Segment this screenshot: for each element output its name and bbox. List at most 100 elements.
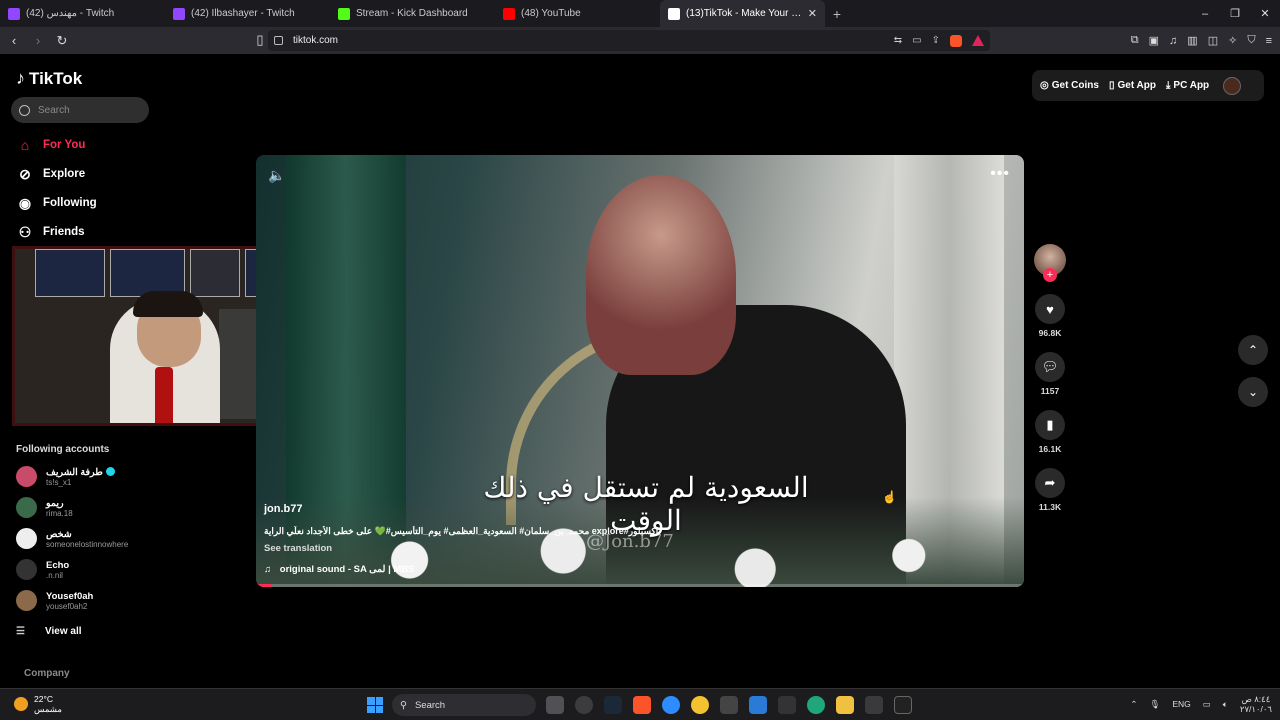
brave-rewards-icon[interactable] [972,35,984,46]
chevron-up-icon[interactable]: ⌃ [1130,699,1137,710]
followed-account[interactable]: Echo .n.nil [16,559,69,580]
tab-favicon-icon [173,7,185,20]
brave-wallet-icon[interactable]: ◫ [1208,34,1218,47]
wall-poster [35,249,105,297]
search-input[interactable]: Search [11,97,149,123]
followed-account[interactable]: شخص someonelostinnowhere [16,528,128,549]
extensions-icon[interactable]: ⧉ [1131,34,1139,47]
maximize-icon[interactable]: ❐ [1220,0,1250,27]
windows-taskbar: 22°C مشمس ⚲ Search ⌃ 🎙︎ ENG ▭ 🔈︎ ٨:٤٤ ص ٢٧… [0,688,1280,720]
windows-start-icon[interactable] [367,697,383,713]
view-all-link[interactable]: ☰ View all [16,626,82,637]
reload-icon[interactable]: ↻ [52,31,72,51]
sidebar-item-following[interactable]: ◉ Following [16,194,97,212]
comment-icon[interactable]: 💬︎ [1035,352,1065,382]
volume-icon[interactable]: 🔈 [268,167,285,184]
comment-action[interactable]: 💬︎ 1157 [1030,352,1070,396]
leo-icon[interactable]: ✧ [1228,34,1237,47]
see-translation-link[interactable]: See translation [264,543,332,554]
tab-favicon-icon [503,7,515,20]
app-icon[interactable] [662,696,680,714]
share-action[interactable]: ➦ 11.3K [1030,468,1070,512]
minimize-icon[interactable]: – [1190,0,1220,27]
next-video-button[interactable]: ⌄ [1238,377,1268,407]
tab-label: (48) YouTube [521,8,581,19]
sidebar-icon[interactable]: ▥ [1187,34,1197,47]
sidebar-item-friends[interactable]: ⚇ Friends [16,223,85,241]
wallet-icon[interactable]: ▣ [1149,34,1159,47]
sidebar-item-explore[interactable]: ⊘ Explore [16,165,85,183]
avatar [16,466,37,487]
file-explorer-icon[interactable] [836,696,854,714]
get-app-button[interactable]: ▯ Get App [1109,80,1156,91]
close-tab-icon[interactable]: ✕ [808,7,817,20]
app-icon[interactable] [778,696,796,714]
epic-games-icon[interactable] [894,696,912,714]
app-icon[interactable] [749,696,767,714]
sound-label: original sound - SA لمى | MBS [279,564,415,575]
app-icon[interactable] [807,696,825,714]
taskbar-apps [546,696,912,714]
browser-tab[interactable]: (42) Ilbashayer - Twitch [165,0,330,27]
video-progress-bar[interactable] [256,584,1024,587]
save-action[interactable]: ▮ 16.1K [1030,410,1070,454]
close-window-icon[interactable]: ✕ [1250,0,1280,27]
bookmark-icon[interactable]: ▯ [250,30,270,50]
home-icon: ⌂ [20,137,30,153]
task-view-icon[interactable] [546,696,564,714]
profile-avatar[interactable] [1223,76,1242,95]
video-player[interactable]: 🔈 ••• السعودية لم تستقل في ذلك الوقت @Jo… [256,155,1024,587]
video-author[interactable]: jon.b77 [264,503,303,515]
sun-icon [14,697,28,711]
brave-icon[interactable] [633,696,651,714]
tiktok-logo[interactable]: ♪ TikTok [16,68,82,89]
browser-tab[interactable]: (13)TikTok - Make Your Day ✕ [660,0,825,27]
discord-like-icon[interactable] [691,696,709,714]
weather-widget[interactable]: 22°C مشمس [14,694,62,714]
creator-avatar[interactable]: + [1034,244,1066,282]
taskbar-search[interactable]: ⚲ Search [392,694,536,716]
pc-app-button[interactable]: ⤓ PC App [1166,80,1209,91]
clock[interactable]: ٨:٤٤ ص ٢٧/١٠/٠٦ [1240,694,1272,714]
settings-icon[interactable] [720,696,738,714]
pip-icon[interactable]: ▭ [912,35,921,46]
video-progress-fill [256,584,272,587]
forward-icon[interactable]: › [28,31,48,51]
share-arrow-icon[interactable]: ➦ [1035,468,1065,498]
share-icon[interactable]: ⇪ [932,35,940,46]
new-tab-button[interactable]: + [825,4,849,24]
heart-icon[interactable]: ♥ [1035,294,1065,324]
language-indicator[interactable]: ENG [1172,699,1190,709]
sound-link[interactable]: ♫ original sound - SA لمى | MBS [264,564,415,575]
more-options-icon[interactable]: ••• [990,165,1010,183]
browser-tab[interactable]: (48) YouTube [495,0,660,27]
follow-plus-icon[interactable]: + [1043,268,1057,282]
microphone-icon[interactable]: 🎙︎ [1150,699,1161,710]
bookmark-save-icon[interactable]: ▮ [1035,410,1065,440]
logo-text: TikTok [29,68,83,88]
network-icon[interactable]: ▭ [1203,699,1211,710]
steam-icon[interactable] [604,696,622,714]
speaker-icon[interactable]: 🔈︎ [1223,699,1228,710]
back-icon[interactable]: ‹ [4,31,24,51]
save-count: 16.1K [1038,444,1062,454]
browser-tab[interactable]: Stream - Kick Dashboard [330,0,495,27]
vpn-icon[interactable]: ⛉ [1247,34,1255,47]
address-bar[interactable]: tiktok.com ⇆ ▭ ⇪ [268,30,990,51]
translate-icon[interactable]: ⇆ [894,35,902,46]
menu-icon[interactable]: ≡ [1266,35,1272,47]
obs-icon[interactable] [575,696,593,714]
get-coins-button[interactable]: ◎ Get Coins [1040,80,1099,91]
followed-account[interactable]: ريمو rima.18 [16,497,73,518]
media-icon[interactable]: ♫ [1169,35,1177,47]
previous-video-button[interactable]: ⌃ [1238,335,1268,365]
sidebar-item-for-you[interactable]: ⌂ For You [16,136,86,154]
browser-tab[interactable]: (42) مهندس - Twitch [0,0,165,27]
company-link[interactable]: Company [24,668,70,679]
followed-account[interactable]: Yousef0ah yousef0ah2 [16,590,93,611]
followed-account[interactable]: طرفة الشريف ts!s_x1 [16,466,115,487]
like-action[interactable]: ♥ 96.8K [1030,294,1070,338]
site-info-icon[interactable] [274,36,283,45]
brave-shield-icon[interactable] [950,34,962,47]
store-icon[interactable] [865,696,883,714]
